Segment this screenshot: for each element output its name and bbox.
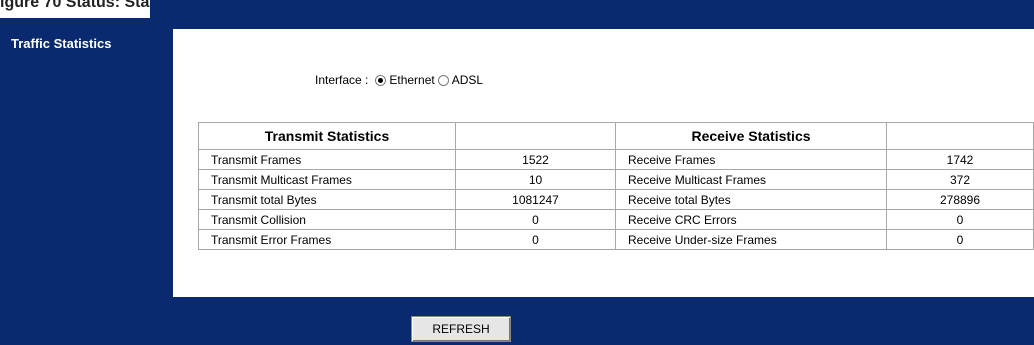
receive-value-header [886, 122, 1034, 150]
rx-metric-value: 278896 [886, 189, 1034, 210]
tx-metric-name: Transmit Error Frames [198, 229, 456, 250]
radio-adsl-label[interactable]: ADSL [452, 73, 483, 87]
tx-metric-value: 0 [455, 229, 616, 250]
statistics-table: Transmit Statistics Receive Statistics T… [198, 122, 1034, 250]
sidebar-title: Traffic Statistics [11, 36, 112, 51]
rx-metric-name: Receive total Bytes [615, 189, 887, 210]
transmit-value-header [455, 122, 616, 150]
interface-selector: Interface : Ethernet ADSL [315, 71, 486, 89]
sidebar: Traffic Statistics [0, 18, 173, 345]
top-border-strip [173, 18, 1034, 29]
figure-caption-bar: igure 70 Status: Statistics (Ethernet) [0, 0, 1034, 18]
table-row: Transmit Error Frames 0 Receive Under-si… [198, 229, 1034, 250]
rx-metric-value: 0 [886, 229, 1034, 250]
rx-metric-name: Receive Multicast Frames [615, 169, 887, 190]
transmit-stats-header: Transmit Statistics [198, 122, 456, 150]
radio-adsl[interactable] [437, 74, 449, 86]
radio-selected-dot [378, 77, 384, 83]
refresh-button[interactable]: REFRESH [411, 316, 511, 342]
rx-metric-value: 1742 [886, 149, 1034, 170]
interface-label: Interface : [315, 73, 369, 87]
rx-metric-value: 372 [886, 169, 1034, 190]
table-header-row: Transmit Statistics Receive Statistics [198, 122, 1034, 150]
table-row: Transmit Multicast Frames 10 Receive Mul… [198, 169, 1034, 190]
main-content: Interface : Ethernet ADSL Transmit Stati… [173, 29, 1034, 297]
tx-metric-name: Transmit Multicast Frames [198, 169, 456, 190]
tx-metric-value: 0 [455, 209, 616, 230]
tx-metric-name: Transmit total Bytes [198, 189, 456, 210]
rx-metric-name: Receive CRC Errors [615, 209, 887, 230]
receive-stats-header: Receive Statistics [615, 122, 887, 150]
rx-metric-name: Receive Frames [615, 149, 887, 170]
radio-ethernet-label[interactable]: Ethernet [389, 73, 434, 87]
table-row: Transmit Frames 1522 Receive Frames 1742 [198, 149, 1034, 170]
table-row: Transmit Collision 0 Receive CRC Errors … [198, 209, 1034, 230]
tx-metric-name: Transmit Collision [198, 209, 456, 230]
tx-metric-name: Transmit Frames [198, 149, 456, 170]
rx-metric-value: 0 [886, 209, 1034, 230]
tx-metric-value: 10 [455, 169, 616, 190]
rx-metric-name: Receive Under-size Frames [615, 229, 887, 250]
tx-metric-value: 1522 [455, 149, 616, 170]
radio-ethernet[interactable] [375, 74, 387, 86]
bottom-band [173, 297, 1034, 345]
tx-metric-value: 1081247 [455, 189, 616, 210]
header-strip [150, 0, 1034, 18]
table-row: Transmit total Bytes 1081247 Receive tot… [198, 189, 1034, 210]
